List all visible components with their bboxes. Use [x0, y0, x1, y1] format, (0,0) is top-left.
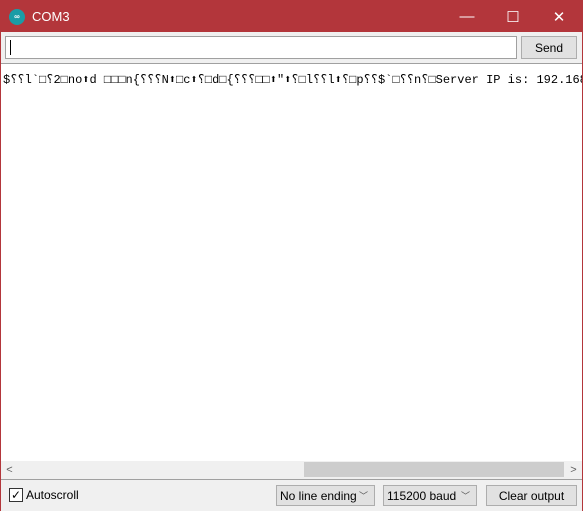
text-caret: [10, 40, 11, 55]
clear-output-button[interactable]: Clear output: [486, 485, 577, 506]
send-button[interactable]: Send: [521, 36, 577, 59]
minimize-button[interactable]: —: [444, 1, 490, 32]
close-icon: ✕: [552, 8, 566, 26]
maximize-icon: ☐: [506, 8, 520, 26]
horizontal-scrollbar[interactable]: < >: [1, 461, 582, 478]
output-line: $⸮⸮l`□⸮2□no⬆d □□□n{⸮⸮⸮N⬆□c⬆⸮□d□{⸮⸮⸮□□⬆"⬆…: [3, 73, 582, 87]
minimize-icon: —: [459, 8, 475, 25]
chevron-down-icon: ﹀: [460, 491, 470, 501]
scroll-left-icon[interactable]: <: [1, 461, 18, 478]
baud-rate-value: 115200 baud: [387, 488, 457, 503]
line-ending-value: No line ending: [280, 488, 357, 503]
window-title: COM3: [32, 9, 70, 24]
serial-monitor-window: ∞ COM3 — ☐ ✕ Send $⸮⸮l`□⸮2□no⬆d □□□n{⸮⸮⸮…: [0, 0, 583, 511]
line-ending-select[interactable]: No line ending ﹀: [276, 485, 375, 506]
baud-rate-select[interactable]: 115200 baud ﹀: [383, 485, 477, 506]
title-bar[interactable]: ∞ COM3 — ☐ ✕: [1, 1, 582, 32]
arduino-icon: ∞: [9, 8, 25, 25]
serial-output[interactable]: $⸮⸮l`□⸮2□no⬆d □□□n{⸮⸮⸮N⬆□c⬆⸮□d□{⸮⸮⸮□□⬆"⬆…: [1, 63, 582, 461]
autoscroll-checkbox[interactable]: ✓: [9, 488, 23, 502]
scroll-right-icon[interactable]: >: [565, 461, 582, 478]
autoscroll-label[interactable]: Autoscroll: [26, 488, 79, 502]
serial-input[interactable]: [5, 36, 517, 59]
footer-bar: ✓ Autoscroll No line ending ﹀ 115200 baud…: [1, 479, 582, 511]
maximize-button[interactable]: ☐: [490, 1, 536, 32]
close-button[interactable]: ✕: [536, 1, 582, 32]
scrollbar-thumb[interactable]: [304, 462, 564, 477]
chevron-down-icon: ﹀: [358, 491, 368, 501]
